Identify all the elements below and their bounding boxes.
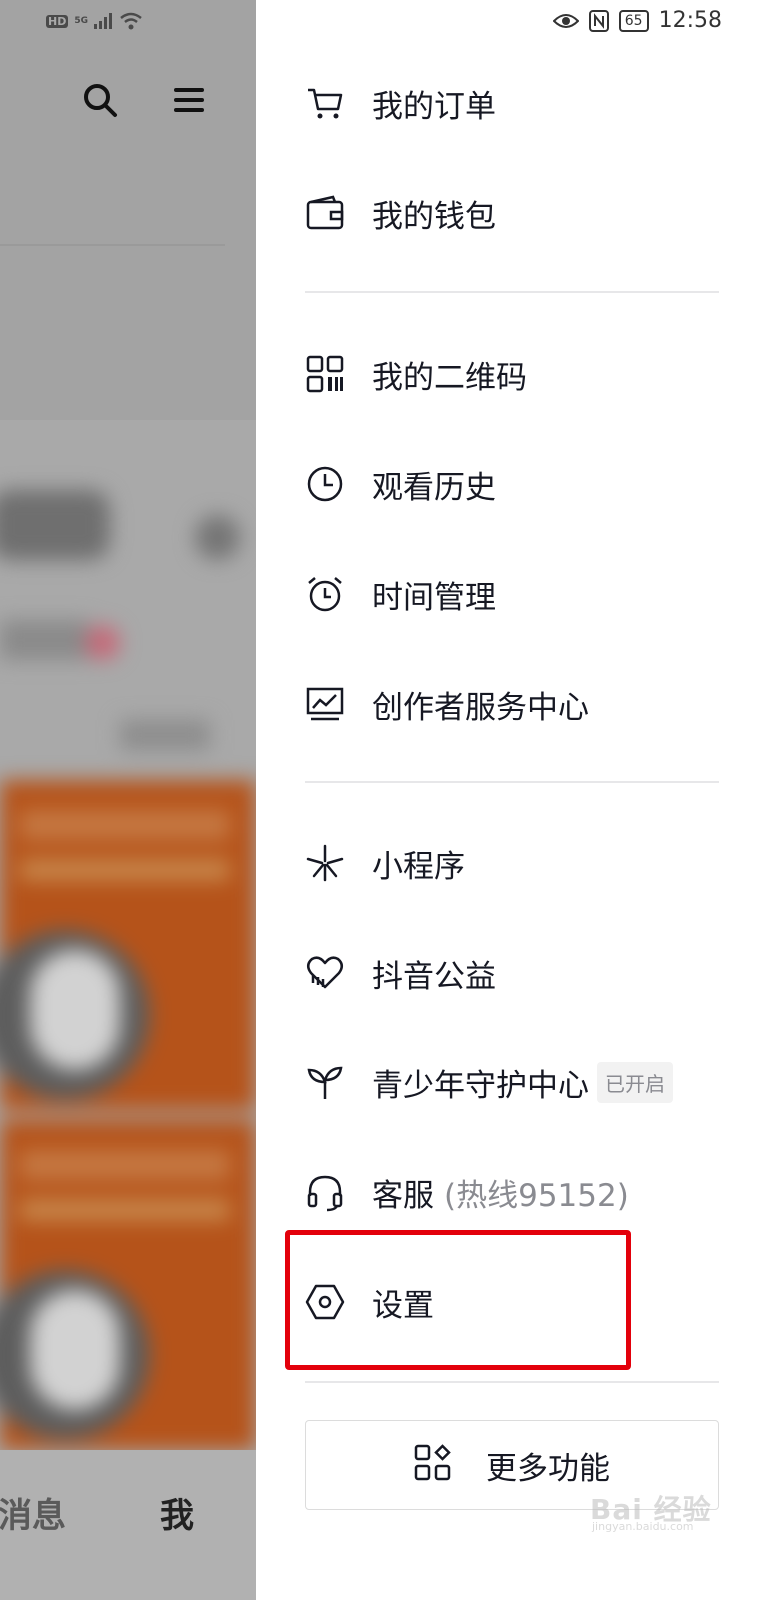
battery-indicator: 65 [618,9,649,32]
menu-label: 青少年守护中心 [372,1067,589,1104]
menu-my-orders[interactable]: 我的订单 [305,68,725,138]
menu-label: 小程序 [372,848,465,885]
enabled-badge: 已开启 [597,1061,673,1103]
blurred-content [0,420,256,1450]
menu-creator-center[interactable]: 创作者服务中心 [305,669,725,739]
menu-divider [305,781,719,783]
settings-highlight-box [285,1230,631,1370]
creator-monitor-icon [305,684,345,724]
wifi-icon [120,12,142,30]
menu-divider [305,291,719,293]
menu-label: 我的钱包 [372,198,496,235]
menu-youth-protection[interactable]: 青少年守护中心 已开启 [305,1047,725,1117]
nfc-icon [588,9,609,32]
menu-charity[interactable]: 抖音公益 [305,938,725,1008]
menu-label: 抖音公益 [372,958,496,995]
clock-icon [305,464,345,504]
menu-divider [305,1381,719,1383]
menu-label: 我的二维码 [372,359,527,396]
alarm-clock-icon [305,574,345,614]
menu-label: 我的订单 [372,88,496,125]
menu-my-wallet[interactable]: 我的钱包 [305,178,725,248]
menu-mini-programs[interactable]: 小程序 [305,828,725,898]
eye-icon [552,13,579,28]
background-header [0,0,256,420]
menu-time-management[interactable]: 时间管理 [305,559,725,629]
hotline-hint: (热线95152) [444,1177,629,1214]
grid-apps-icon [414,1444,452,1486]
clock-time: 12:58 [658,8,722,33]
nav-me[interactable]: 我 [160,1488,194,1537]
search-icon[interactable] [82,82,118,118]
menu-label: 客服 [372,1177,434,1214]
watermark-sub: jingyan.baidu.com [592,1520,694,1533]
status-bar-left: HD 5G [46,12,142,30]
background-page: HD 5G 消息 我 [0,0,256,1600]
menu-label: 创作者服务中心 [372,689,589,726]
baidu-watermark: Bai 经验 jingyan.baidu.com [590,1480,750,1540]
cart-icon [305,83,345,123]
menu-watch-history[interactable]: 观看历史 [305,449,725,519]
nav-messages[interactable]: 消息 [0,1488,66,1537]
hamburger-menu-icon[interactable] [174,86,204,114]
charity-heart-icon [305,953,345,993]
5g-indicator: 5G [74,16,88,26]
wallet-icon [305,193,345,233]
video-thumbnail [0,780,256,1110]
headset-icon [305,1172,345,1212]
sprout-icon [305,1062,345,1102]
menu-label: 时间管理 [372,579,496,616]
status-bar-right: 65 12:58 [552,8,722,33]
menu-label: 观看历史 [372,469,496,506]
hd-indicator: HD [46,14,69,28]
signal-icon [94,13,112,29]
qrcode-icon [305,354,345,394]
video-thumbnail [0,1120,256,1450]
mini-program-icon [305,843,345,883]
background-divider [0,244,225,246]
menu-my-qrcode[interactable]: 我的二维码 [305,339,725,409]
menu-customer-service[interactable]: 客服 (热线95152) [305,1157,725,1227]
